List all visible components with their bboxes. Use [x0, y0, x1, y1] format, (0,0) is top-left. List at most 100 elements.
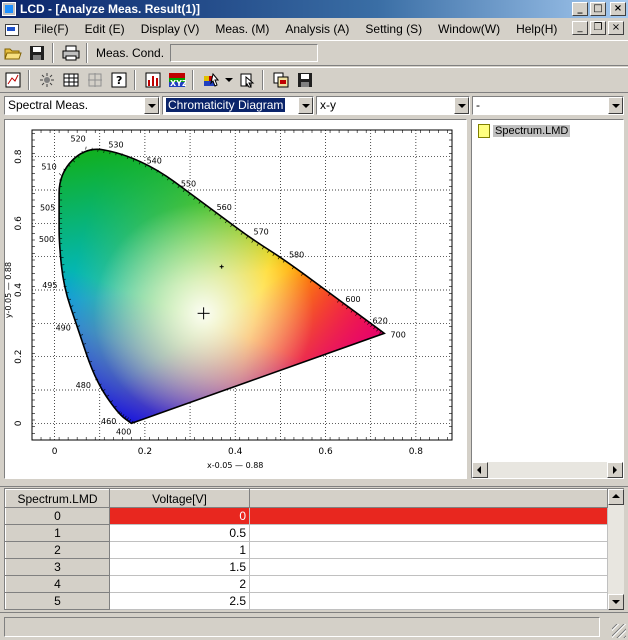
table-row[interactable]: 4 2: [5, 575, 608, 593]
view-selector-bar: Spectral Meas. Chromaticity Diagram x-y …: [4, 94, 624, 116]
table-row[interactable]: 0 0: [5, 507, 608, 525]
minimize-button[interactable]: _: [572, 2, 588, 16]
view-select[interactable]: Chromaticity Diagram: [162, 96, 314, 115]
chromaticity-chart-panel: 0 0.2 0.4 0.6 0.8 0 0.2 0.4 0.6 0.8 400 460 480 490 4…: [4, 119, 467, 479]
menu-help[interactable]: Help(H): [508, 22, 565, 36]
voltage-cell[interactable]: 0: [109, 507, 250, 525]
voltage-cell[interactable]: 0.5: [109, 524, 250, 542]
table-icon[interactable]: [60, 69, 82, 91]
menu-setting[interactable]: Setting (S): [357, 22, 430, 36]
menu-meas[interactable]: Meas. (M): [207, 22, 277, 36]
app-icon: [2, 2, 16, 16]
row-index[interactable]: 3: [5, 558, 110, 576]
table-scrollbar[interactable]: [608, 489, 624, 610]
wavelength-label: 700: [391, 330, 406, 339]
table-row[interactable]: 1 0.5: [5, 524, 608, 542]
document-window-icon[interactable]: [4, 22, 20, 36]
save-icon[interactable]: [26, 42, 48, 64]
scroll-down-icon[interactable]: [608, 594, 624, 610]
chromaticity-diagram[interactable]: 0 0.2 0.4 0.6 0.8 0 0.2 0.4 0.6 0.8 400460 480 490 4…: [5, 120, 466, 478]
file-item-label: Spectrum.LMD: [493, 125, 571, 137]
column-header-spectrum[interactable]: Spectrum.LMD: [5, 489, 110, 508]
pane-splitter[interactable]: [0, 481, 628, 487]
locus-fill-white: [59, 149, 385, 424]
maximize-button[interactable]: □: [590, 2, 606, 16]
wavelength-label: 490: [56, 324, 71, 333]
menu-window[interactable]: Window(W): [430, 22, 508, 36]
save-chart-icon[interactable]: [294, 69, 316, 91]
main-toolbar: Meas. Cond.: [0, 40, 628, 66]
resize-grip-icon[interactable]: [612, 624, 626, 638]
help-pointer-icon[interactable]: ?: [108, 69, 130, 91]
pointer-select-icon[interactable]: [236, 69, 258, 91]
meas-cond-field[interactable]: [170, 44, 319, 62]
table-row[interactable]: 5 2.5: [5, 592, 608, 610]
row-index[interactable]: 5: [5, 592, 110, 610]
doc-minimize-button[interactable]: _: [572, 21, 588, 35]
title-bar: LCD - [Analyze Meas. Result(1)] _ □ ×: [0, 0, 628, 18]
dropdown-arrow-icon[interactable]: [224, 69, 234, 91]
menu-file[interactable]: File(F): [26, 22, 77, 36]
wavelength-label: 400: [116, 428, 131, 437]
voltage-cell[interactable]: 2: [109, 575, 250, 593]
voltage-cell[interactable]: 2.5: [109, 592, 250, 610]
row-index[interactable]: 1: [5, 524, 110, 542]
scroll-up-icon[interactable]: [608, 489, 624, 505]
chevron-down-icon[interactable]: [298, 97, 313, 114]
wavelength-label: 600: [345, 295, 360, 304]
measurement-select[interactable]: Spectral Meas.: [4, 96, 160, 115]
doc-close-button[interactable]: ×: [608, 21, 624, 35]
chevron-down-icon[interactable]: [144, 97, 159, 114]
row-index[interactable]: 2: [5, 541, 110, 559]
x-tick-label: 0.6: [318, 447, 333, 457]
chevron-down-icon[interactable]: [454, 97, 469, 114]
file-panel-scrollbar[interactable]: [472, 462, 623, 478]
view-select-value: Chromaticity Diagram: [166, 98, 286, 112]
wavelength-label: 500: [39, 235, 54, 244]
x-axis-label: x-0.05 — 0.88: [207, 461, 263, 470]
row-index[interactable]: 4: [5, 575, 110, 593]
window-title: LCD - [Analyze Meas. Result(1)]: [20, 2, 201, 16]
table-row[interactable]: 2 1: [5, 541, 608, 559]
measurement-select-value: Spectral Meas.: [8, 98, 89, 112]
color-picker-icon[interactable]: [200, 69, 222, 91]
voltage-cell[interactable]: 1.5: [109, 558, 250, 576]
crosshair-grid-icon[interactable]: [84, 69, 106, 91]
wavelength-label: 620: [373, 316, 388, 325]
chevron-down-icon[interactable]: [608, 97, 623, 114]
chart-image-icon[interactable]: [2, 69, 24, 91]
menu-bar: File(F) Edit (E) Display (V) Meas. (M) A…: [0, 18, 628, 40]
close-button[interactable]: ×: [610, 2, 626, 16]
bar-chart-icon[interactable]: [142, 69, 164, 91]
doc-restore-button[interactable]: ❐: [590, 21, 606, 35]
menu-edit[interactable]: Edit (E): [77, 22, 133, 36]
file-item[interactable]: Spectrum.LMD: [478, 124, 571, 138]
wavelength-label: 540: [147, 156, 162, 165]
x-tick-label: 0.2: [138, 447, 152, 457]
extra-select[interactable]: -: [472, 96, 624, 115]
xyz-icon[interactable]: XYZ: [166, 69, 188, 91]
wavelength-label: 580: [289, 251, 304, 260]
scroll-left-icon[interactable]: [472, 462, 488, 478]
x-tick-label: 0: [52, 447, 58, 457]
scroll-right-icon[interactable]: [607, 462, 623, 478]
wavelength-label: 510: [41, 162, 56, 171]
menu-analysis[interactable]: Analysis (A): [277, 22, 357, 36]
wavelength-label: 570: [254, 228, 269, 237]
settings-sun-icon[interactable]: [36, 69, 58, 91]
table-row[interactable]: 3 1.5: [5, 558, 608, 576]
column-header-empty: [249, 489, 608, 508]
wavelength-label: 460: [101, 417, 116, 426]
menu-display[interactable]: Display (V): [133, 22, 208, 36]
open-folder-icon[interactable]: [2, 42, 24, 64]
results-table: Spectrum.LMD Voltage[V] 0 0 1 0.5 2 1 3 …: [4, 488, 624, 610]
axes-select[interactable]: x-y: [316, 96, 470, 115]
row-index[interactable]: 0: [5, 507, 110, 525]
status-pane: [4, 617, 600, 637]
copy-chart-icon[interactable]: [270, 69, 292, 91]
voltage-cell[interactable]: 1: [109, 541, 250, 559]
print-icon[interactable]: [60, 42, 82, 64]
column-header-voltage[interactable]: Voltage[V]: [109, 489, 250, 508]
wavelength-label: 530: [108, 140, 123, 149]
file-list-panel: Spectrum.LMD: [471, 119, 624, 479]
